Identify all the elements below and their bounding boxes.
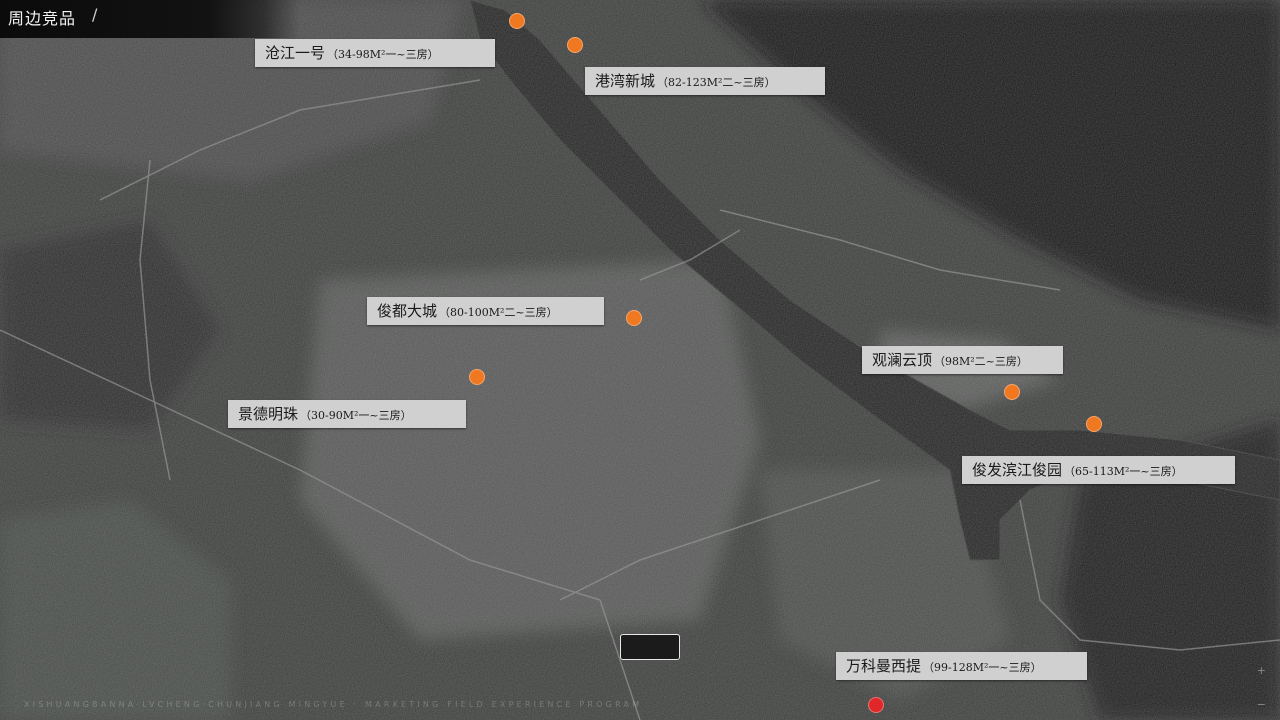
project-spec: （82-123M²二~三房） [657, 76, 776, 89]
footer-caption: XISHUANGBANNA·LVCHENG·CHUNJIANG MINGYUE … [24, 700, 643, 709]
marker-dot[interactable] [1086, 416, 1102, 432]
location-frame[interactable] [620, 634, 680, 660]
project-spec: （30-90M²一~三房） [300, 409, 412, 422]
zoom-in-button[interactable]: + [1257, 664, 1266, 677]
project-name: 万科曼西提 [846, 657, 922, 675]
marker-dot[interactable] [469, 369, 485, 385]
project-label[interactable]: 景德明珠 （30-90M²一~三房） [228, 400, 466, 428]
marker-dot[interactable] [868, 697, 884, 713]
project-spec: （98M²二~三房） [934, 355, 1028, 368]
satellite-map[interactable] [0, 0, 1280, 720]
marker-dot[interactable] [626, 310, 642, 326]
project-spec: （65-113M²一~三房） [1064, 465, 1183, 478]
project-label[interactable]: 观澜云顶 （98M²二~三房） [862, 346, 1063, 374]
title-separator: / [92, 5, 98, 24]
zoom-out-button[interactable]: − [1257, 698, 1266, 711]
project-spec: （34-98M²一~三房） [327, 48, 439, 61]
project-name: 港湾新城 [595, 72, 656, 90]
project-spec: （80-100M²二~三房） [439, 306, 558, 319]
project-label[interactable]: 俊发滨江俊园 （65-113M²一~三房） [962, 456, 1235, 484]
marker-dot[interactable] [567, 37, 583, 53]
project-name: 俊发滨江俊园 [972, 461, 1063, 479]
project-label[interactable]: 港湾新城 （82-123M²二~三房） [585, 67, 825, 95]
page-title: 周边竞品 [8, 9, 77, 28]
project-label[interactable]: 俊都大城 （80-100M²二~三房） [367, 297, 604, 325]
texture [0, 0, 1280, 720]
page-header: 周边竞品 / [0, 0, 300, 38]
project-name: 景德明珠 [238, 405, 299, 423]
project-spec: （99-128M²一~三房） [923, 661, 1042, 674]
project-name: 沧江一号 [265, 44, 326, 62]
project-label[interactable]: 万科曼西提 （99-128M²一~三房） [836, 652, 1087, 680]
marker-dot[interactable] [1004, 384, 1020, 400]
project-name: 俊都大城 [377, 302, 438, 320]
project-name: 观澜云顶 [872, 351, 933, 369]
project-label[interactable]: 沧江一号 （34-98M²一~三房） [255, 39, 495, 67]
marker-dot[interactable] [509, 13, 525, 29]
